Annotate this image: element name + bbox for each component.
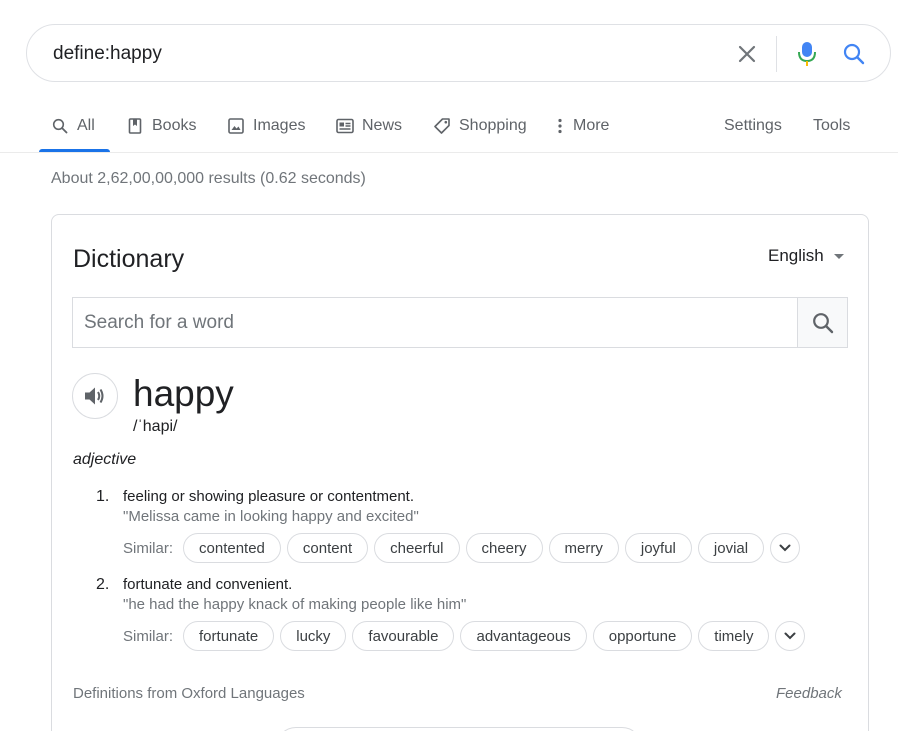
- definition-number: 2.: [96, 576, 110, 593]
- word-search-input[interactable]: [73, 298, 796, 347]
- tab-label: Books: [152, 117, 197, 134]
- tab-label: News: [362, 117, 403, 134]
- definition-text: fortunate and convenient.: [123, 576, 293, 593]
- tab-label: Shopping: [459, 117, 527, 134]
- word-search-box: [72, 297, 848, 348]
- speaker-icon: [85, 387, 104, 405]
- synonym-chip[interactable]: merry: [548, 533, 619, 563]
- search-divider: [776, 36, 777, 72]
- synonym-chip[interactable]: jovial: [697, 533, 765, 563]
- tab-shopping[interactable]: Shopping: [433, 114, 527, 138]
- phonetic: /ˈhapi/: [133, 418, 178, 435]
- feedback-link[interactable]: Feedback: [776, 685, 842, 702]
- search-tabs: All Books Images News Shopping More Sett…: [0, 100, 898, 153]
- dictionary-card: Dictionary English happy /ˈhapi/ adjecti…: [51, 214, 869, 731]
- tab-label: More: [573, 117, 610, 134]
- synonym-chip[interactable]: cheerful: [374, 533, 460, 563]
- search-icon[interactable]: [838, 38, 870, 70]
- chevron-down-icon: [784, 632, 796, 640]
- similar-words: Similar: contented content cheerful chee…: [123, 533, 801, 563]
- synonym-chip[interactable]: lucky: [280, 621, 347, 651]
- result-stats: About 2,62,00,00,000 results (0.62 secon…: [51, 170, 366, 187]
- example-sentence: "he had the happy knack of making people…: [123, 596, 467, 613]
- synonym-chip[interactable]: advantageous: [460, 621, 587, 651]
- pronunciation-button[interactable]: [72, 373, 118, 419]
- microphone-icon[interactable]: [792, 38, 822, 70]
- tab-label: All: [77, 117, 95, 134]
- synonym-chip[interactable]: contented: [183, 533, 281, 563]
- tab-all[interactable]: All: [51, 114, 95, 138]
- synonym-chip[interactable]: fortunate: [183, 621, 275, 651]
- synonym-chip[interactable]: opportune: [592, 621, 693, 651]
- part-of-speech: adjective: [73, 451, 137, 468]
- dictionary-source: Definitions from Oxford Languages: [73, 685, 305, 702]
- tab-more[interactable]: More: [555, 114, 609, 138]
- headword: happy: [133, 373, 234, 414]
- synonym-chip[interactable]: favourable: [352, 621, 455, 651]
- language-label: English: [768, 246, 824, 265]
- expand-synonyms-button[interactable]: [770, 533, 801, 563]
- clear-icon[interactable]: [731, 38, 763, 70]
- definition-text: feeling or showing pleasure or contentme…: [123, 488, 415, 505]
- dictionary-title: Dictionary: [73, 245, 185, 273]
- image-icon: [227, 117, 245, 135]
- search-icon: [812, 312, 833, 333]
- similar-label: Similar:: [123, 627, 174, 645]
- synonym-chip[interactable]: content: [286, 533, 369, 563]
- settings-link[interactable]: Settings: [724, 114, 782, 138]
- similar-words: Similar: fortunate lucky favourable adva…: [123, 621, 806, 651]
- translations-pill[interactable]: [276, 727, 642, 731]
- tab-label: Images: [253, 117, 306, 134]
- synonym-chip[interactable]: timely: [698, 621, 770, 651]
- language-select[interactable]: English: [768, 246, 844, 266]
- news-icon: [336, 117, 354, 135]
- tab-news[interactable]: News: [336, 114, 402, 138]
- word-search-button[interactable]: [797, 298, 847, 347]
- similar-label: Similar:: [123, 539, 174, 557]
- chevron-down-icon: [779, 544, 791, 552]
- kebab-icon: [555, 117, 565, 135]
- tab-images[interactable]: Images: [227, 114, 305, 138]
- active-tab-indicator: [39, 149, 110, 152]
- expand-synonyms-button[interactable]: [775, 621, 806, 651]
- definition-number: 1.: [96, 488, 110, 505]
- search-query[interactable]: define:happy: [53, 43, 162, 65]
- book-icon: [126, 117, 144, 135]
- tools-link[interactable]: Tools: [813, 114, 850, 138]
- synonym-chip[interactable]: joyful: [624, 533, 692, 563]
- example-sentence: "Melissa came in looking happy and excit…: [123, 508, 419, 525]
- search-icon: [51, 117, 69, 135]
- caret-down-icon: [833, 253, 844, 259]
- tag-icon: [433, 117, 451, 135]
- search-box[interactable]: define:happy: [26, 24, 891, 82]
- synonym-chip[interactable]: cheery: [465, 533, 543, 563]
- tab-books[interactable]: Books: [126, 114, 196, 138]
